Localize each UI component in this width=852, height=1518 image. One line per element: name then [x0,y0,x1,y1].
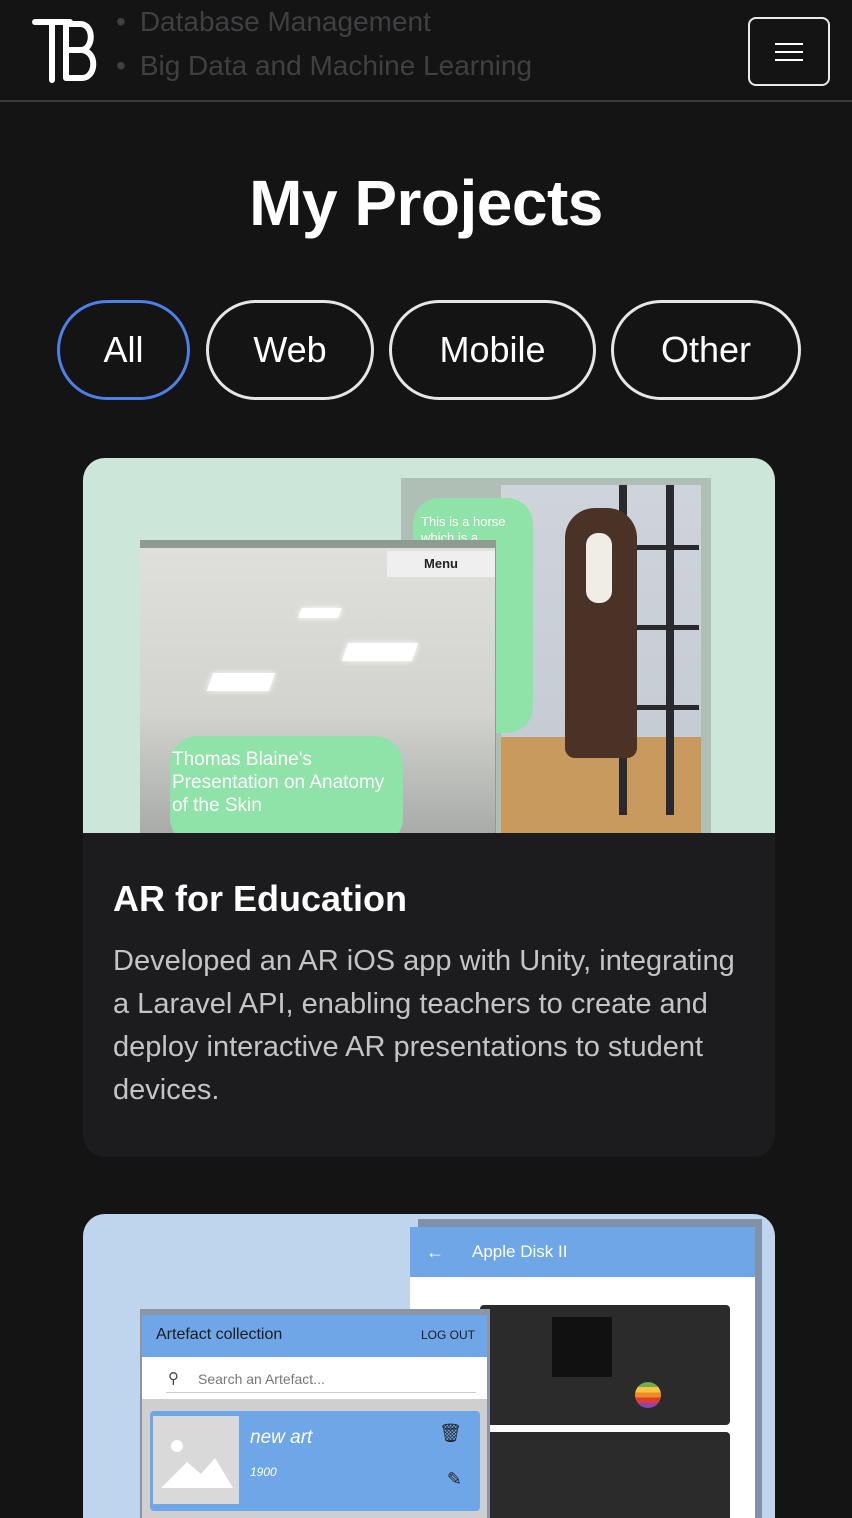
tb-logo-icon[interactable] [30,16,104,84]
app-bar-title: Artefact collection [156,1326,283,1343]
back-arrow-icon: ← [426,1242,444,1262]
page-title: My Projects [249,167,603,239]
app-bar: Artefact collection LOG OUT [142,1315,487,1357]
project-description: Developed an AR iOS app with Unity, inte… [113,945,735,1106]
hamburger-menu-icon [775,42,803,45]
filter-mobile-button[interactable]: Mobile [389,300,596,400]
apple-logo-icon [635,1382,661,1408]
project-title: AR for Education [113,878,407,919]
app-bar: ← Apple Disk II [410,1227,755,1277]
project-image: ← Apple Disk II Artefact collection LOG … [83,1214,775,1518]
phone-screenshot-left: Artefact collection LOG OUT ⚲ Search an … [142,1315,487,1518]
search-icon: ⚲ [168,1370,179,1387]
logout-label: LOG OUT [420,1328,475,1342]
search-placeholder: Search an Artefact... [198,1371,325,1387]
app-bar-title: Apple Disk II [472,1242,568,1261]
skill-item: Big Data and Machine Learning [116,44,532,88]
hamburger-menu-icon [775,58,803,61]
image-placeholder-icon [153,1416,239,1504]
ar-menu-button: Menu [387,551,495,577]
project-card[interactable]: This is a horse which is a Menu Thomas B… [83,458,775,1157]
project-image: This is a horse which is a Menu Thomas B… [83,458,775,833]
filter-web-button[interactable]: Web [206,300,374,400]
disk-drive-image [480,1432,730,1518]
hamburger-menu-button[interactable] [748,17,830,86]
site-header: Database Management Big Data and Machine… [0,0,852,102]
artefact-search: ⚲ Search an Artefact... [166,1367,476,1393]
presentation-bubble: Thomas Blaine's Presentation on Anatomy … [170,736,403,833]
artefact-name: new art [250,1427,313,1448]
horse-face [586,533,612,603]
trash-icon: 🗑 [439,1423,462,1443]
filter-all-button[interactable]: All [57,300,190,400]
artefact-item: new art 1900 🗑 ✎ [150,1411,480,1511]
pencil-icon: ✎ [446,1469,462,1489]
project-card[interactable]: ← Apple Disk II Artefact collection LOG … [83,1214,775,1518]
artefact-year: 1900 [250,1465,277,1479]
skill-item: Database Management [116,0,532,44]
hamburger-menu-icon [775,50,803,53]
filter-other-button[interactable]: Other [611,300,801,400]
background-skill-list: Database Management Big Data and Machine… [116,0,532,88]
